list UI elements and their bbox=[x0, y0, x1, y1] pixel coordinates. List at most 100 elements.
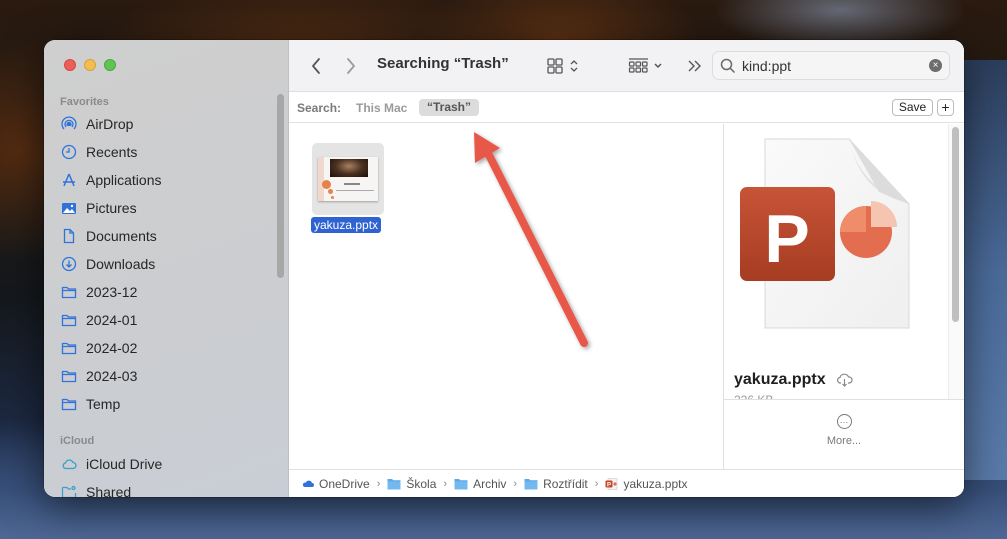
search-input[interactable] bbox=[742, 57, 922, 74]
scope-trash-button[interactable]: “Trash” bbox=[419, 99, 480, 116]
path-item-label: yakuza.pptx bbox=[623, 476, 688, 491]
group-icon bbox=[628, 58, 662, 73]
sidebar-section-icloud: iCloud bbox=[60, 435, 95, 447]
sidebar-item-downloads[interactable]: Downloads bbox=[60, 250, 270, 278]
photo-icon bbox=[60, 199, 78, 217]
sidebar-item-label: Documents bbox=[86, 228, 157, 244]
sidebar-item-label: 2024-03 bbox=[86, 368, 138, 384]
zoom-window-button[interactable] bbox=[104, 59, 116, 71]
sidebar-item-label: iCloud Drive bbox=[86, 456, 163, 472]
path-item-label: Škola bbox=[406, 476, 437, 491]
sidebar-item-recents[interactable]: Recents bbox=[60, 138, 270, 166]
path-item-roztridit[interactable]: Roztřídit bbox=[524, 477, 588, 491]
search-scope-bar: Search: This Mac “Trash” Save + bbox=[289, 92, 964, 123]
preview-scrollbar[interactable] bbox=[952, 127, 959, 322]
chevron-right-icon bbox=[347, 58, 355, 74]
view-mode-button[interactable] bbox=[547, 54, 583, 78]
sidebar-item-2024-03[interactable]: 2024-03 bbox=[60, 362, 270, 390]
path-item-skola[interactable]: Škola bbox=[387, 477, 436, 491]
sidebar-item-applications[interactable]: Applications bbox=[60, 166, 270, 194]
path-separator: › bbox=[594, 477, 599, 490]
save-search-button[interactable]: Save bbox=[892, 99, 933, 116]
sidebar: Favorites AirDrop Recents Applications P… bbox=[44, 40, 289, 497]
toolbar-overflow-button[interactable] bbox=[687, 54, 703, 78]
back-button[interactable] bbox=[311, 54, 321, 78]
shared-folder-icon bbox=[60, 483, 78, 497]
path-item-label: Roztřídit bbox=[543, 476, 588, 491]
path-separator: › bbox=[513, 477, 518, 490]
file-name-label[interactable]: yakuza.pptx bbox=[311, 217, 382, 233]
ellipsis-circle-icon: … bbox=[836, 414, 852, 429]
file-list-area: yakuza.pptx bbox=[289, 124, 723, 469]
file-thumbnail[interactable] bbox=[312, 143, 384, 215]
sidebar-item-2024-01[interactable]: 2024-01 bbox=[60, 306, 270, 334]
cloud-download-icon[interactable] bbox=[836, 373, 854, 387]
svg-text:P: P bbox=[764, 201, 809, 277]
clear-search-button[interactable]: × bbox=[929, 59, 942, 72]
window-controls bbox=[64, 59, 116, 71]
folder-icon bbox=[60, 367, 78, 385]
sidebar-item-documents[interactable]: Documents bbox=[60, 222, 270, 250]
sidebar-item-2023-12[interactable]: 2023-12 bbox=[60, 278, 270, 306]
file-item[interactable]: yakuza.pptx bbox=[311, 143, 385, 234]
sidebar-item-pictures[interactable]: Pictures bbox=[60, 194, 270, 222]
minimize-window-button[interactable] bbox=[84, 59, 96, 71]
sidebar-item-label: AirDrop bbox=[86, 116, 134, 132]
main-pane: Searching “Trash” kind:ppt × Search: Thi… bbox=[289, 40, 964, 497]
path-separator: › bbox=[376, 477, 381, 490]
cloud-icon bbox=[60, 455, 78, 473]
path-item-onedrive[interactable]: OneDrive bbox=[302, 477, 370, 491]
path-bar: OneDrive › Škola › Archiv › Roztřídit › … bbox=[289, 469, 964, 497]
document-icon bbox=[60, 227, 78, 245]
airdrop-icon bbox=[60, 115, 78, 133]
preview-file-name: yakuza.pptx bbox=[734, 371, 854, 389]
path-item-label: OneDrive bbox=[319, 476, 370, 491]
folder-icon bbox=[524, 478, 538, 489]
sidebar-item-label: Pictures bbox=[86, 200, 137, 216]
folder-icon bbox=[60, 395, 78, 413]
forward-button[interactable] bbox=[346, 54, 356, 78]
folder-icon bbox=[454, 478, 468, 489]
onedrive-cloud-icon bbox=[302, 480, 314, 487]
sidebar-scrollbar[interactable] bbox=[277, 94, 284, 278]
more-label: More... bbox=[826, 435, 862, 447]
sidebar-item-airdrop[interactable]: AirDrop bbox=[60, 110, 270, 138]
scope-this-mac-button[interactable]: This Mac bbox=[356, 101, 407, 115]
path-item-file[interactable]: P yakuza.pptx bbox=[605, 477, 687, 491]
double-chevron-right-icon bbox=[688, 60, 701, 72]
sidebar-item-label: Temp bbox=[86, 396, 121, 412]
window-title: Searching “Trash” bbox=[377, 55, 509, 72]
chevron-left-icon bbox=[312, 58, 320, 74]
path-separator: › bbox=[443, 477, 448, 490]
more-button[interactable]: … More... bbox=[724, 414, 964, 447]
path-item-archiv[interactable]: Archiv bbox=[454, 477, 506, 491]
search-icon bbox=[720, 58, 736, 73]
preview-file-name-text: yakuza.pptx bbox=[734, 371, 826, 388]
sidebar-item-temp[interactable]: Temp bbox=[60, 390, 270, 418]
toolbar: Searching “Trash” kind:ppt × bbox=[289, 40, 964, 92]
close-window-button[interactable] bbox=[64, 59, 76, 71]
sidebar-item-icloud-drive[interactable]: iCloud Drive bbox=[60, 450, 270, 478]
add-criteria-button[interactable]: + bbox=[937, 99, 954, 116]
slide-preview bbox=[318, 157, 378, 201]
sidebar-item-label: Recents bbox=[86, 144, 138, 160]
icon-view-icon bbox=[547, 58, 578, 74]
desktop-wallpaper-right bbox=[957, 60, 1007, 480]
folder-icon bbox=[60, 311, 78, 329]
applications-icon bbox=[60, 171, 78, 189]
search-field[interactable]: × bbox=[712, 51, 950, 80]
svg-text:P: P bbox=[607, 482, 611, 488]
sidebar-item-label: Shared bbox=[86, 484, 132, 497]
sidebar-favorites-list: AirDrop Recents Applications Pictures Do… bbox=[60, 110, 270, 418]
search-scope-label: Search: bbox=[297, 101, 342, 115]
group-by-button[interactable] bbox=[628, 54, 666, 78]
folder-icon bbox=[60, 339, 78, 357]
folder-icon bbox=[60, 283, 78, 301]
sidebar-item-2024-02[interactable]: 2024-02 bbox=[60, 334, 270, 362]
sidebar-item-label: Applications bbox=[86, 172, 162, 188]
download-icon bbox=[60, 255, 78, 273]
sidebar-item-shared[interactable]: Shared bbox=[60, 478, 270, 497]
powerpoint-file-icon: P bbox=[605, 477, 618, 490]
powerpoint-document-icon: P bbox=[734, 134, 914, 339]
clock-icon bbox=[60, 143, 78, 161]
